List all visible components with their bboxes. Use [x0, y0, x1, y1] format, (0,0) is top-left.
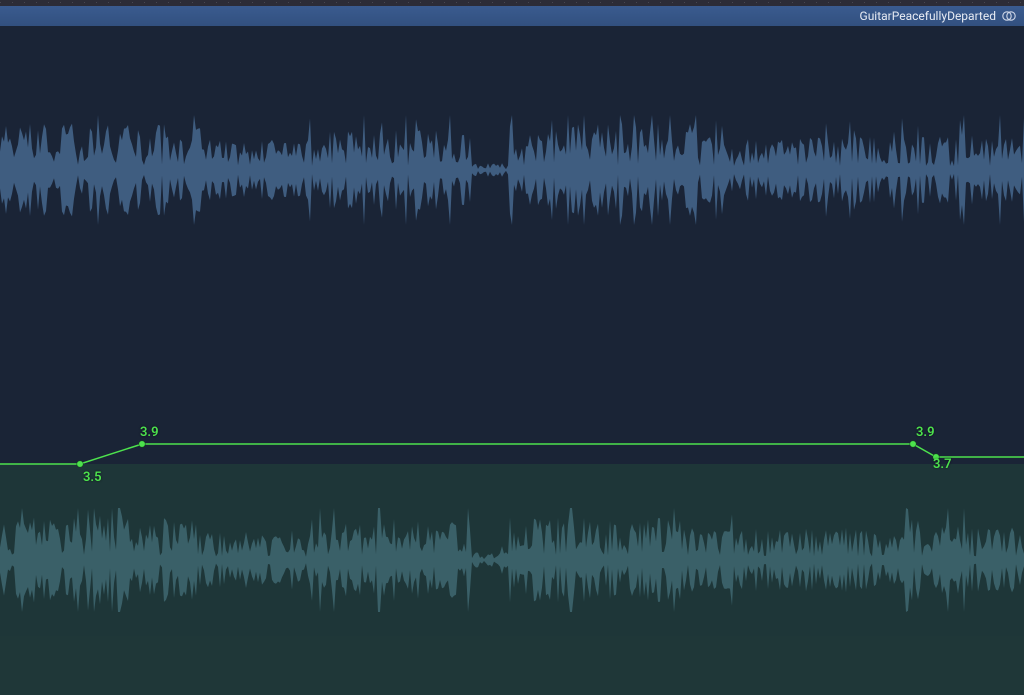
automation-overlay[interactable] [0, 26, 1024, 695]
automation-point[interactable] [77, 461, 83, 467]
stereo-icon [1002, 9, 1016, 23]
automation-line[interactable] [0, 444, 1024, 464]
audio-clip-header[interactable]: GuitarPeacefullyDeparted [0, 6, 1024, 26]
automation-point[interactable] [933, 454, 939, 460]
automation-point[interactable] [910, 441, 916, 447]
automation-point[interactable] [139, 441, 145, 447]
clip-name-label: GuitarPeacefullyDeparted [860, 9, 996, 23]
audio-clip-body[interactable]: 3.5 3.9 3.9 3.7 [0, 26, 1024, 695]
